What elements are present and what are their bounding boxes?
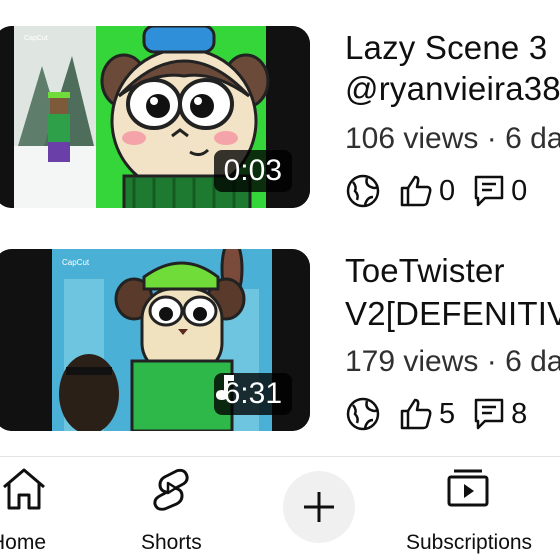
video-duration: 0:03 xyxy=(213,150,292,192)
comment-count: 0 xyxy=(511,174,528,207)
visibility-stat xyxy=(345,396,381,432)
duration-text: 0:03 xyxy=(223,154,282,187)
comment-icon xyxy=(474,398,504,430)
home-icon xyxy=(3,468,45,510)
screen: CapCut 0:03 Lazy Scene 3 @ryanvieira38 1… xyxy=(0,0,560,560)
view-count: 106 views · 6 days ago xyxy=(345,122,560,155)
comments-stat[interactable]: 0 xyxy=(473,174,527,208)
create-button[interactable] xyxy=(283,471,355,543)
nav-home-label: Home xyxy=(0,531,47,554)
video-stats: 0 0 xyxy=(345,171,545,211)
music-note-icon xyxy=(215,375,234,400)
video-title-line1[interactable]: ToeTwister xyxy=(345,251,505,290)
globe-icon xyxy=(346,174,380,208)
video-thumbnail[interactable]: CapCut 0:03 xyxy=(0,26,310,208)
likes-stat[interactable]: 5 xyxy=(399,397,455,431)
plus-icon xyxy=(304,492,334,522)
like-count: 5 xyxy=(439,397,456,430)
channel-handle[interactable]: @ryanvieira38 xyxy=(345,69,560,108)
video-thumbnail[interactable]: CapCut 6:31 xyxy=(0,249,310,431)
video-title[interactable]: Lazy Scene 3 xyxy=(345,28,547,67)
view-count: 179 views · 6 days ago xyxy=(345,345,560,378)
bottom-nav: Home Shorts Subscriptions xyxy=(0,457,560,560)
svg-text:CapCut: CapCut xyxy=(24,35,48,42)
nav-subscriptions-label: Subscriptions xyxy=(406,531,533,554)
svg-text:CapCut: CapCut xyxy=(62,258,90,267)
comments-stat[interactable]: 8 xyxy=(473,397,527,431)
thumbs-up-icon xyxy=(400,175,432,207)
thumbs-up-icon xyxy=(400,398,432,430)
nav-shorts-label: Shorts xyxy=(141,531,202,554)
subscriptions-icon xyxy=(447,469,489,507)
visibility-stat xyxy=(345,173,381,209)
video-duration: 6:31 xyxy=(213,373,292,415)
video-stats: 5 8 xyxy=(345,394,545,434)
globe-icon xyxy=(346,397,380,431)
like-count: 0 xyxy=(439,174,456,207)
comment-icon xyxy=(474,175,504,207)
likes-stat[interactable]: 0 xyxy=(399,174,455,208)
shorts-icon xyxy=(153,468,189,511)
video-title-line2[interactable]: V2[DEFENITIVE xyxy=(345,294,560,333)
comment-count: 8 xyxy=(511,397,528,430)
